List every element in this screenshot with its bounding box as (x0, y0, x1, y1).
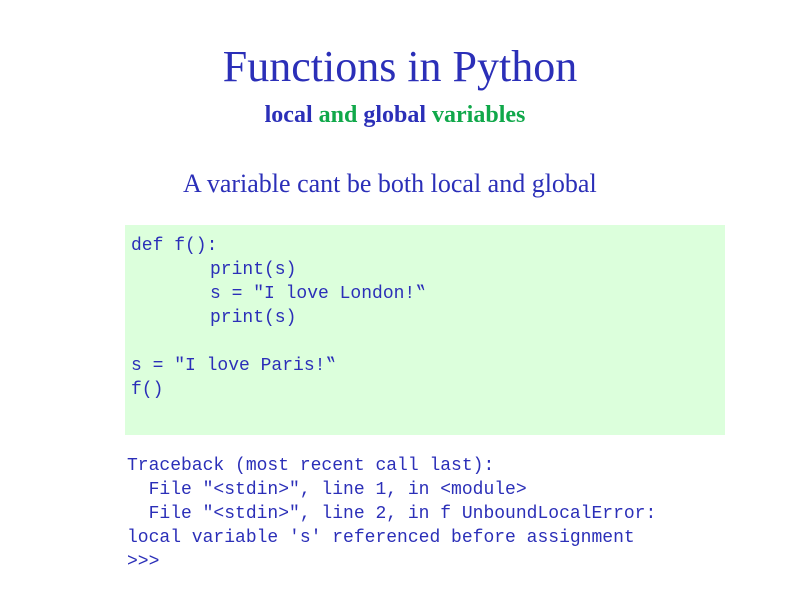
slide-title: Functions in Python (222, 42, 578, 91)
output-line: File "<stdin>", line 2, in f UnboundLoca… (127, 504, 657, 524)
output-line: >>> (127, 552, 160, 572)
code-line: s = "I love London!‟ (210, 284, 427, 304)
subtitle-local: local (264, 102, 313, 128)
output-line: Traceback (most recent call last): (127, 456, 495, 476)
code-block: def f(): print(s) s = "I love London!‟ p… (125, 225, 725, 435)
code-line: s = "I love Paris!‟ (131, 356, 337, 376)
output-line: File "<stdin>", line 1, in <module> (127, 480, 527, 500)
code-line: print(s) (210, 260, 297, 280)
subtitle-and: and (312, 102, 364, 128)
output-line: local variable 's' referenced before ass… (127, 528, 635, 548)
subtitle-global: global (363, 102, 427, 128)
code-line: def f(): (131, 236, 218, 256)
subtitle-variables: variables (426, 102, 526, 128)
slide-subtitle: local and global variables (0, 100, 790, 130)
slide-statement: A variable cant be both local and global (183, 169, 597, 198)
code-line: print(s) (210, 308, 297, 328)
code-line: f() (131, 380, 164, 400)
